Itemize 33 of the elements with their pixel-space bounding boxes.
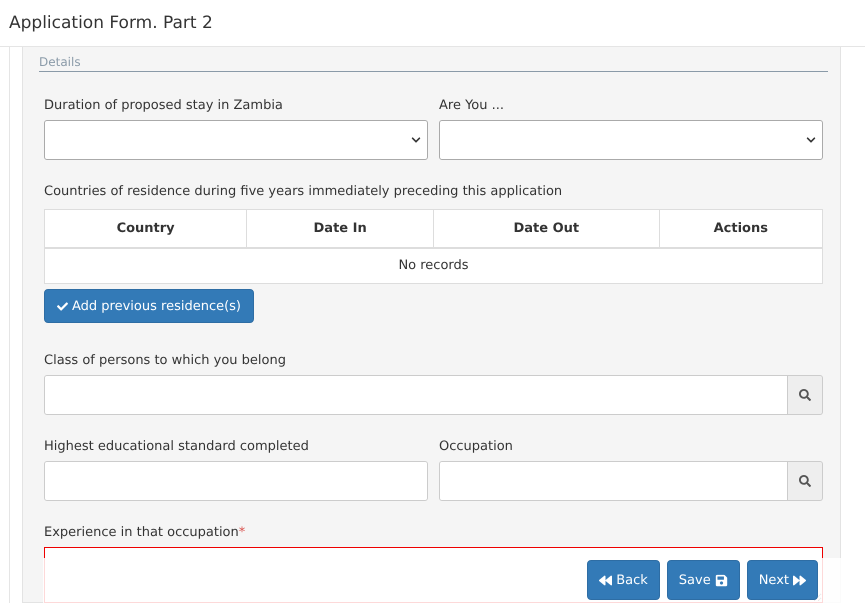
- empty-message: No records: [44, 248, 822, 284]
- field-label: Duration of proposed stay in Zambia: [44, 98, 284, 113]
- field-label: Class of persons to which you belong: [44, 353, 287, 368]
- section-legend: Details: [39, 55, 828, 72]
- select-field[interactable]: [439, 120, 823, 160]
- check-icon: [57, 300, 68, 312]
- save-icon: [714, 574, 728, 586]
- next-button[interactable]: Next: [746, 560, 818, 600]
- search-button[interactable]: [788, 375, 823, 415]
- input-field[interactable]: [44, 375, 788, 415]
- select-field[interactable]: [44, 120, 428, 160]
- chevron-down-icon: [806, 135, 816, 145]
- column-header: Date In: [246, 210, 434, 248]
- window-title: Application Form. Part 2: [9, 13, 213, 33]
- chevron-down-icon: [411, 135, 421, 145]
- forward-icon: [793, 574, 806, 586]
- back-button[interactable]: Back: [587, 560, 660, 600]
- column-header: Date Out: [433, 210, 660, 248]
- field-label: Experience in that occupation*: [44, 525, 246, 540]
- input-field[interactable]: [439, 461, 788, 501]
- add-residence-button[interactable]: Add previous residence(s): [44, 289, 254, 323]
- search-icon: [799, 475, 811, 487]
- input-field[interactable]: [44, 461, 428, 501]
- search-button[interactable]: [788, 461, 823, 501]
- column-header: Country: [44, 210, 247, 248]
- save-button[interactable]: Save: [666, 560, 740, 600]
- search-icon: [799, 389, 811, 401]
- field-label: Occupation: [439, 439, 514, 454]
- field-label: Are You ...: [439, 98, 506, 113]
- back-icon: [599, 574, 612, 586]
- column-header: Actions: [659, 210, 822, 248]
- field-label: Highest educational standard completed: [44, 439, 310, 454]
- field-label: Countries of residence during five years immediately preceding this application: [44, 184, 564, 199]
